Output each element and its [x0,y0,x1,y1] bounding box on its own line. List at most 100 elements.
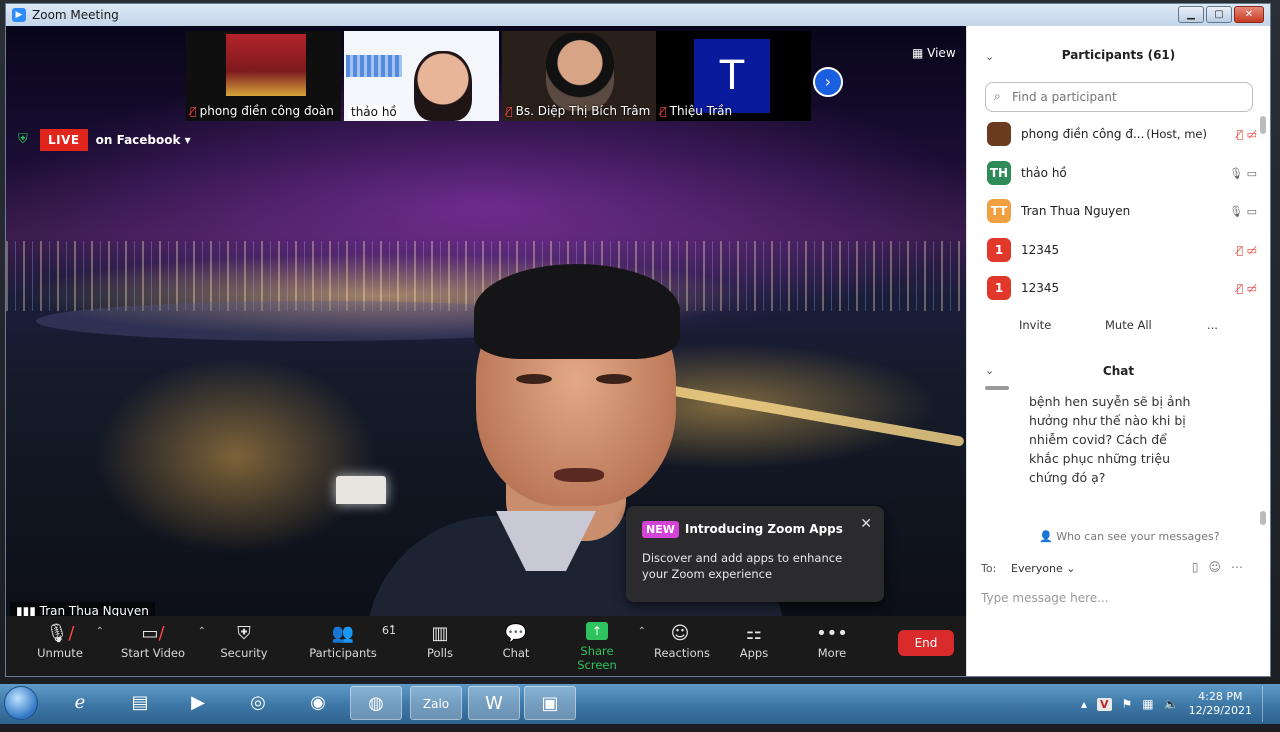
reactions-button[interactable]: ☺ Reactions [654,622,710,660]
chevron-up-icon[interactable]: ⌃ [96,626,104,637]
who-can-see-link[interactable]: 👤 Who can see your messages? [1039,530,1220,543]
chevron-down-icon: ⌄ [1066,562,1076,575]
chevron-up-icon[interactable]: ⌃ [638,626,646,637]
close-icon[interactable]: ✕ [860,516,872,532]
thumbnail-tile[interactable]: thảo hồ [344,31,499,121]
chat-bubble-icon: 💬 [504,623,528,644]
chevron-up-icon[interactable]: ⌃ [388,624,396,635]
apps-button[interactable]: ⚏ Apps [736,622,772,660]
chevron-up-icon[interactable]: ⌃ [198,626,206,637]
person-hair [474,264,680,359]
close-button[interactable]: ✕ [1234,6,1264,23]
zoom-taskbar-icon[interactable]: ▣ [524,686,576,720]
participant-row[interactable]: phong điền công đ... (Host, me) 🎙̸ ▭̸ [987,119,1257,149]
network-icon[interactable]: ▦ [1142,697,1153,711]
participant-video [414,51,472,121]
search-input[interactable] [1012,83,1242,111]
thumbnail-label: 🎙̸ phong điền công đoàn [190,104,334,118]
mic-video-muted-icon[interactable]: 🎙̸ ▭̸ [1213,282,1258,295]
mic-video-muted-icon[interactable]: 🎙̸ ▭̸ [1213,244,1258,257]
chevron-right-icon: › [824,72,832,91]
side-panel: ⌄ Participants (61) ⌕ phong điền công đ.… [966,26,1270,676]
avatar: 1 [987,276,1011,300]
unmute-button[interactable]: 🎙/ Unmute ⌃ [32,622,104,660]
thumbnail-tile[interactable]: 🎙̸ Bs. Diệp Thị Bích Trâm [502,31,657,121]
flag-icon[interactable]: ⚑ [1122,697,1133,711]
mute-all-button[interactable]: Mute All [1105,318,1152,332]
clock[interactable]: 4:28 PM 12/29/2021 [1189,690,1252,718]
start-video-button[interactable]: ▭/ Start Video ⌃ [116,622,206,660]
ellipsis-icon[interactable]: ⋯ [1231,560,1253,574]
video-off-icon: ▭/ [141,623,165,644]
chat-scrollbar[interactable] [1260,511,1266,525]
file-explorer-icon[interactable]: ▤ [114,686,166,720]
participant-row[interactable]: TH thảo hồ 🎙 ▭ [987,158,1257,188]
participant-name: 12345 [1021,243,1060,257]
poster-image [226,34,306,96]
view-button[interactable]: ▦ View [912,46,956,60]
antivirus-icon[interactable]: V [1097,697,1112,711]
zalo-icon[interactable]: Zalo [410,686,462,720]
avatar: TT [987,199,1011,223]
participant-row[interactable]: 1 12345 🎙̸ ▭̸ [987,235,1257,265]
share-screen-button[interactable]: ↑ Share Screen ⌃ [562,622,646,672]
participants-button[interactable]: 👥 Participants 61 [308,622,396,660]
more-button[interactable]: ••• More [814,622,850,660]
mic-muted-icon: 🎙̸ [190,105,197,118]
show-hidden-icons-icon[interactable]: ▴ [1081,697,1087,711]
avatar: T [694,39,770,113]
live-platform[interactable]: on Facebook ▾ [96,133,191,147]
minimize-button[interactable]: ▁ [1178,6,1204,23]
person-eye-left [516,374,552,384]
participant-search[interactable]: ⌕ [985,82,1253,112]
internet-explorer-icon[interactable]: ℯ [54,686,106,720]
emoji-icon[interactable]: ☺ [1208,560,1231,574]
search-icon: ⌕ [994,89,1001,103]
participant-row[interactable]: TT Tran Thua Nguyen 🎙 ▭ [987,196,1257,226]
polls-button[interactable]: ▥ Polls [420,622,460,660]
show-desktop-button[interactable] [1262,686,1272,722]
chat-message-input[interactable] [981,586,1251,610]
people-icon: 👥 [331,623,355,644]
popup-body: Discover and add apps to enhance your Zo… [642,551,843,581]
more-options-button[interactable]: ... [1207,318,1218,332]
mic-video-muted-icon[interactable]: 🎙̸ ▭̸ [1213,128,1258,141]
title-bar[interactable]: ▶ Zoom Meeting ▁ ▢ ✕ [6,4,1270,26]
popup-title: Introducing Zoom Apps [684,522,843,536]
chat-sender-avatar [985,386,1009,390]
share-arrow-icon: ↑ [586,622,608,640]
participant-row[interactable]: 1 12345 🎙̸ ▭̸ [987,273,1257,303]
recipient-select[interactable]: Everyone ⌄ [1011,562,1075,575]
thumbnail-label: 🎙̸ Thiệu Trần [660,104,732,118]
person-icon: 👤 [1039,530,1057,543]
chat-label: Chat [502,646,530,660]
start-button[interactable] [4,686,38,720]
thumbnail-tile[interactable]: T 🎙̸ Thiệu Trần [656,31,811,121]
mic-video-icon[interactable]: 🎙 ▭ [1213,205,1257,218]
live-badge[interactable]: LIVE [40,129,88,151]
zoom-window: ▶ Zoom Meeting ▁ ▢ ✕ 🎙̸ phong điền công … [6,4,1270,676]
clock-date: 12/29/2021 [1188,704,1252,717]
maximize-button[interactable]: ▢ [1206,6,1232,23]
participants-scrollbar[interactable] [1260,116,1266,134]
word-icon[interactable]: W [468,686,520,720]
mic-video-icon[interactable]: 🎙 ▭ [1213,167,1257,180]
participant-name: thảo hồ [1021,166,1067,180]
file-icon[interactable]: ▯ [1192,560,1209,574]
smiley-plus-icon: ☺ [670,623,690,644]
chat-button[interactable]: 💬 Chat [496,622,536,660]
chrome-icon[interactable]: ◍ [350,686,402,720]
end-meeting-button[interactable]: End [898,630,954,656]
thumbnail-tile[interactable]: 🎙̸ phong điền công đoàn [186,31,341,121]
volume-icon[interactable]: 🔈 [1164,697,1179,711]
next-page-button[interactable]: › [813,67,843,97]
invite-button[interactable]: Invite [1019,318,1051,332]
polls-label: Polls [427,646,453,660]
citadel-gate [336,476,386,504]
media-player-icon[interactable]: ▶ [172,686,224,720]
firefox-icon[interactable]: ◉ [292,686,344,720]
who-can-see-label: Who can see your messages? [1056,530,1220,543]
security-button[interactable]: ⛨ Security [216,622,272,660]
participant-video [546,33,614,111]
app-circle-icon[interactable]: ◎ [232,686,284,720]
